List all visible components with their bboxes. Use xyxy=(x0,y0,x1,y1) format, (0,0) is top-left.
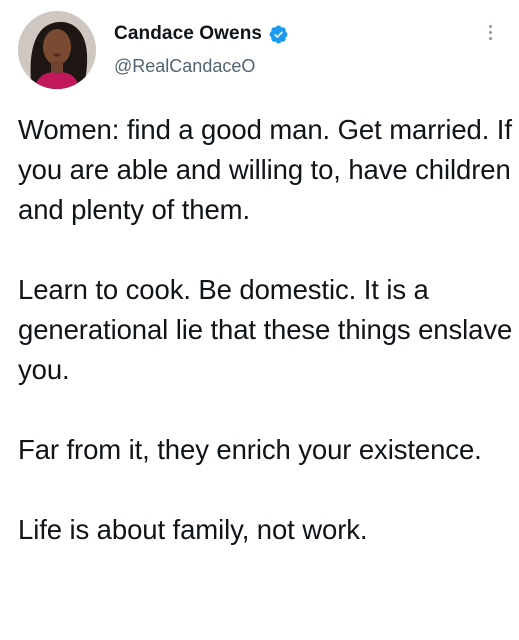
tweet-paragraph: Women: find a good man. Get married. If … xyxy=(18,114,512,225)
avatar[interactable] xyxy=(18,11,96,89)
verified-badge-icon xyxy=(268,24,289,45)
author-display-name[interactable]: Candace Owens xyxy=(114,23,262,45)
author-handle[interactable]: @RealCandaceO xyxy=(114,56,255,77)
tweet-paragraph: Learn to cook. Be domestic. It is a gene… xyxy=(18,274,513,385)
tweet-header: Candace Owens @RealCandaceO xyxy=(0,0,519,100)
avatar-image xyxy=(18,11,96,89)
more-vertical-icon[interactable] xyxy=(482,18,498,46)
tweet-card: Candace Owens @RealCandaceO Women: find … xyxy=(0,0,519,640)
tweet-paragraph: Life is about family, not work. xyxy=(18,514,368,545)
tweet-paragraph: Far from it, they enrich your existence. xyxy=(18,434,482,465)
author-name-row: Candace Owens xyxy=(114,22,289,46)
tweet-text: Women: find a good man. Get married. If … xyxy=(18,110,513,550)
